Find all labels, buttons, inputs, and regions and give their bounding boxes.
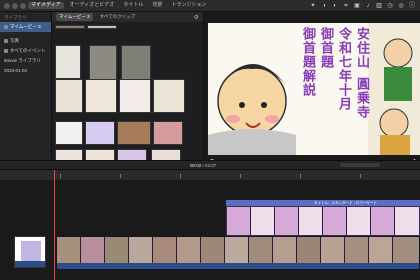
color-correction-icon[interactable]: ◐: [331, 2, 339, 10]
photos-icon: [4, 39, 8, 43]
library-sidebar: ライブラリ マイムービー 3 写真 すべてのイベント iMovie ライブラリ …: [0, 12, 52, 160]
clip-thumbnail[interactable]: [119, 79, 151, 113]
tab-backgrounds[interactable]: 背景: [149, 2, 165, 9]
clip-thumbnail[interactable]: [87, 25, 117, 29]
preview-frame: 安住山圓乗寺 令和七年十月 御首題 御首題解説: [208, 23, 420, 155]
sidebar-item-label: すべてのイベント: [10, 48, 46, 53]
clip-frame: [371, 207, 395, 235]
sidebar-item-label: マイムービー 3: [10, 24, 41, 29]
sidebar-section-head: ライブラリ: [4, 15, 27, 20]
sidebar-item-label: 写真: [10, 38, 19, 43]
clip-thumbnail[interactable]: [89, 45, 117, 81]
stabilization-icon[interactable]: ▣: [353, 2, 361, 10]
media-browser: マイムービー 3 すべてのクリップ ⚙: [52, 12, 204, 171]
timecode-current: 00:02: [190, 163, 202, 168]
zoom-window-button[interactable]: [20, 3, 26, 9]
clip-thumbnail[interactable]: [85, 79, 117, 113]
sidebar-item-all-events[interactable]: すべてのイベント: [0, 46, 51, 56]
color-balance-icon[interactable]: ◑: [320, 2, 328, 10]
browser-tab-bar: マイムービー 3 すべてのクリップ ⚙: [52, 12, 203, 22]
timeline-ruler: [0, 170, 420, 180]
main-video-track[interactable]: [56, 236, 420, 270]
tab-all-clips[interactable]: すべてのクリップ: [97, 13, 139, 21]
goshudai-text: 御首題: [318, 27, 333, 69]
temple-mountain-name: 安住山: [354, 27, 369, 69]
timeline-header: 00:02 / 02:07: [0, 160, 420, 170]
sidebar-item-project[interactable]: マイムービー 3: [0, 22, 51, 32]
tab-my-media[interactable]: マイメディア: [28, 2, 64, 9]
clip-frame: [251, 207, 275, 235]
volume-icon[interactable]: ♪: [364, 2, 372, 10]
ruler-tick: [360, 174, 361, 178]
clip-frame: [395, 207, 419, 235]
tab-transitions[interactable]: トランジション: [168, 2, 209, 9]
clip-thumbnail[interactable]: [153, 121, 183, 145]
clip-frame: [275, 207, 299, 235]
timecode: 00:02 / 02:07: [190, 163, 217, 168]
ruler-tick: [300, 174, 301, 178]
info-icon[interactable]: ⓘ: [408, 2, 416, 10]
clip-thumbnail[interactable]: [117, 121, 151, 145]
close-window-button[interactable]: [4, 3, 10, 9]
speed-icon[interactable]: ◷: [386, 2, 394, 10]
tab-titles[interactable]: タイトル: [120, 2, 146, 9]
ruler-tick: [180, 174, 181, 178]
first-clip[interactable]: [14, 236, 46, 268]
crop-icon[interactable]: ⌗: [342, 2, 350, 10]
events-icon: [4, 49, 8, 53]
overlay-clip[interactable]: [226, 206, 420, 236]
clip-frame: [323, 207, 347, 235]
magic-wand-icon[interactable]: ✦: [309, 2, 317, 10]
preview-viewer: 安住山圓乗寺 令和七年十月 御首題 御首題解説 🎙 ⏮ ▶ ⏭ ⤢: [204, 12, 420, 172]
playhead[interactable]: [54, 170, 55, 280]
filter-icon[interactable]: ◎: [397, 2, 405, 10]
calligraphy-text: 安住山圓乗寺 令和七年十月 御首題 御首題解説: [280, 27, 370, 151]
ruler-tick: [120, 174, 121, 178]
tab-project-media[interactable]: マイムービー 3: [56, 13, 93, 21]
timeline: タイトル：スタンダード・ロワーサード: [0, 170, 420, 280]
tab-audio-video[interactable]: オーディオとビデオ: [67, 2, 118, 9]
audio-waveform: [15, 261, 45, 267]
zoom-slider[interactable]: [340, 163, 380, 167]
sidebar-item-label: 2023-01-04: [4, 68, 28, 73]
ruler-tick: [240, 174, 241, 178]
clip-thumbnail[interactable]: [55, 79, 83, 113]
clip-thumbnail[interactable]: [85, 121, 115, 145]
media-tabs: マイメディア オーディオとビデオ タイトル 背景 トランジション: [28, 2, 209, 9]
audio-waveform: [57, 263, 419, 269]
film-icon: [4, 25, 8, 29]
clip-frame: [227, 207, 251, 235]
clip-frame: [347, 207, 371, 235]
goshudai-explanation-text: 御首題解説: [300, 27, 315, 97]
sidebar-item-library[interactable]: iMovie ライブラリ: [0, 56, 51, 66]
sidebar-item-photos[interactable]: 写真: [0, 36, 51, 46]
adjustment-toolbar: ✦ ◑ ◐ ⌗ ▣ ♪ ▥ ◷ ◎ ⓘ: [309, 2, 416, 10]
clip-thumbnail[interactable]: [55, 25, 85, 29]
timecode-total: 02:07: [205, 163, 217, 168]
noise-reduction-icon[interactable]: ▥: [375, 2, 383, 10]
gear-icon[interactable]: ⚙: [194, 14, 199, 21]
sidebar-item-event-date[interactable]: 2023-01-04: [0, 66, 51, 75]
clip-frame: [299, 207, 323, 235]
minimize-window-button[interactable]: [12, 3, 18, 9]
date-text: 令和七年十月: [336, 27, 351, 111]
clip-thumbnail[interactable]: [55, 45, 81, 79]
clip-thumbnail[interactable]: [153, 79, 185, 113]
clip-thumbnail[interactable]: [121, 45, 151, 83]
temple-name: 圓乗寺: [354, 77, 369, 119]
clip-thumbnail[interactable]: [55, 121, 83, 145]
ruler-tick: [60, 174, 61, 178]
sidebar-item-label: iMovie ライブラリ: [4, 58, 41, 63]
